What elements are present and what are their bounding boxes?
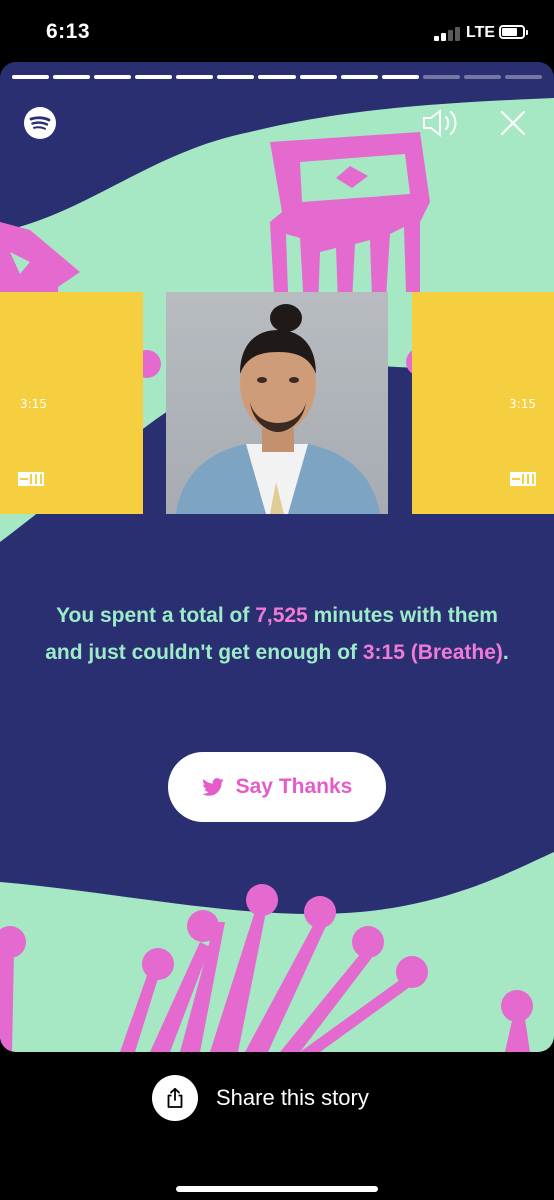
summary-part1: You spent a total of bbox=[56, 604, 256, 627]
top-song-title: 3:15 (Breathe) bbox=[362, 641, 503, 664]
progress-segment bbox=[176, 75, 214, 79]
share-story-label: Share this story bbox=[216, 1085, 369, 1110]
album-cover-right: 3:15 bbox=[412, 292, 554, 514]
network-label: LTE bbox=[466, 24, 496, 41]
progress-segment bbox=[381, 75, 419, 79]
story-summary-text: You spent a total of 7,525 minutes with … bbox=[40, 597, 514, 671]
minutes-value: 7,525 bbox=[255, 604, 308, 627]
story-card[interactable]: 3:15 3:15 You spent a total of 7,525 min… bbox=[0, 62, 554, 1052]
spotify-logo-icon[interactable] bbox=[24, 107, 56, 139]
progress-segment bbox=[135, 75, 173, 79]
progress-segment bbox=[217, 75, 255, 79]
artist-photo bbox=[166, 292, 388, 514]
summary-part3: . bbox=[502, 641, 509, 664]
artist-portrait bbox=[176, 304, 380, 514]
progress-segment bbox=[53, 75, 91, 79]
progress-segment bbox=[258, 75, 296, 79]
progress-segment bbox=[422, 75, 460, 79]
story-progress-bar bbox=[12, 75, 543, 79]
status-bar: 6:13 LTE bbox=[0, 0, 554, 62]
album-cover-left: 3:15 bbox=[0, 292, 143, 514]
say-thanks-label: Say Thanks bbox=[235, 775, 353, 798]
close-icon[interactable] bbox=[496, 106, 530, 140]
cover-time-label: 3:15 bbox=[509, 397, 536, 411]
progress-segment bbox=[12, 75, 50, 79]
story-background bbox=[0, 98, 554, 1052]
progress-segment bbox=[463, 75, 501, 79]
progress-segment bbox=[94, 75, 132, 79]
share-icon[interactable] bbox=[152, 1075, 198, 1121]
status-time: 6:13 bbox=[46, 20, 91, 43]
cover-logo-icon bbox=[510, 472, 536, 486]
twitter-bird-icon bbox=[201, 778, 224, 796]
say-thanks-button[interactable]: Say Thanks bbox=[168, 752, 386, 822]
cover-logo-icon bbox=[18, 472, 44, 486]
progress-segment bbox=[299, 75, 337, 79]
share-story-button[interactable]: Share this story bbox=[152, 1075, 369, 1121]
progress-segment bbox=[504, 75, 543, 79]
signal-icon bbox=[434, 27, 462, 41]
sound-icon[interactable] bbox=[420, 106, 462, 140]
cover-time-label: 3:15 bbox=[20, 397, 47, 411]
home-indicator[interactable] bbox=[176, 1186, 378, 1192]
progress-segment bbox=[340, 75, 378, 79]
battery-icon bbox=[499, 25, 528, 39]
